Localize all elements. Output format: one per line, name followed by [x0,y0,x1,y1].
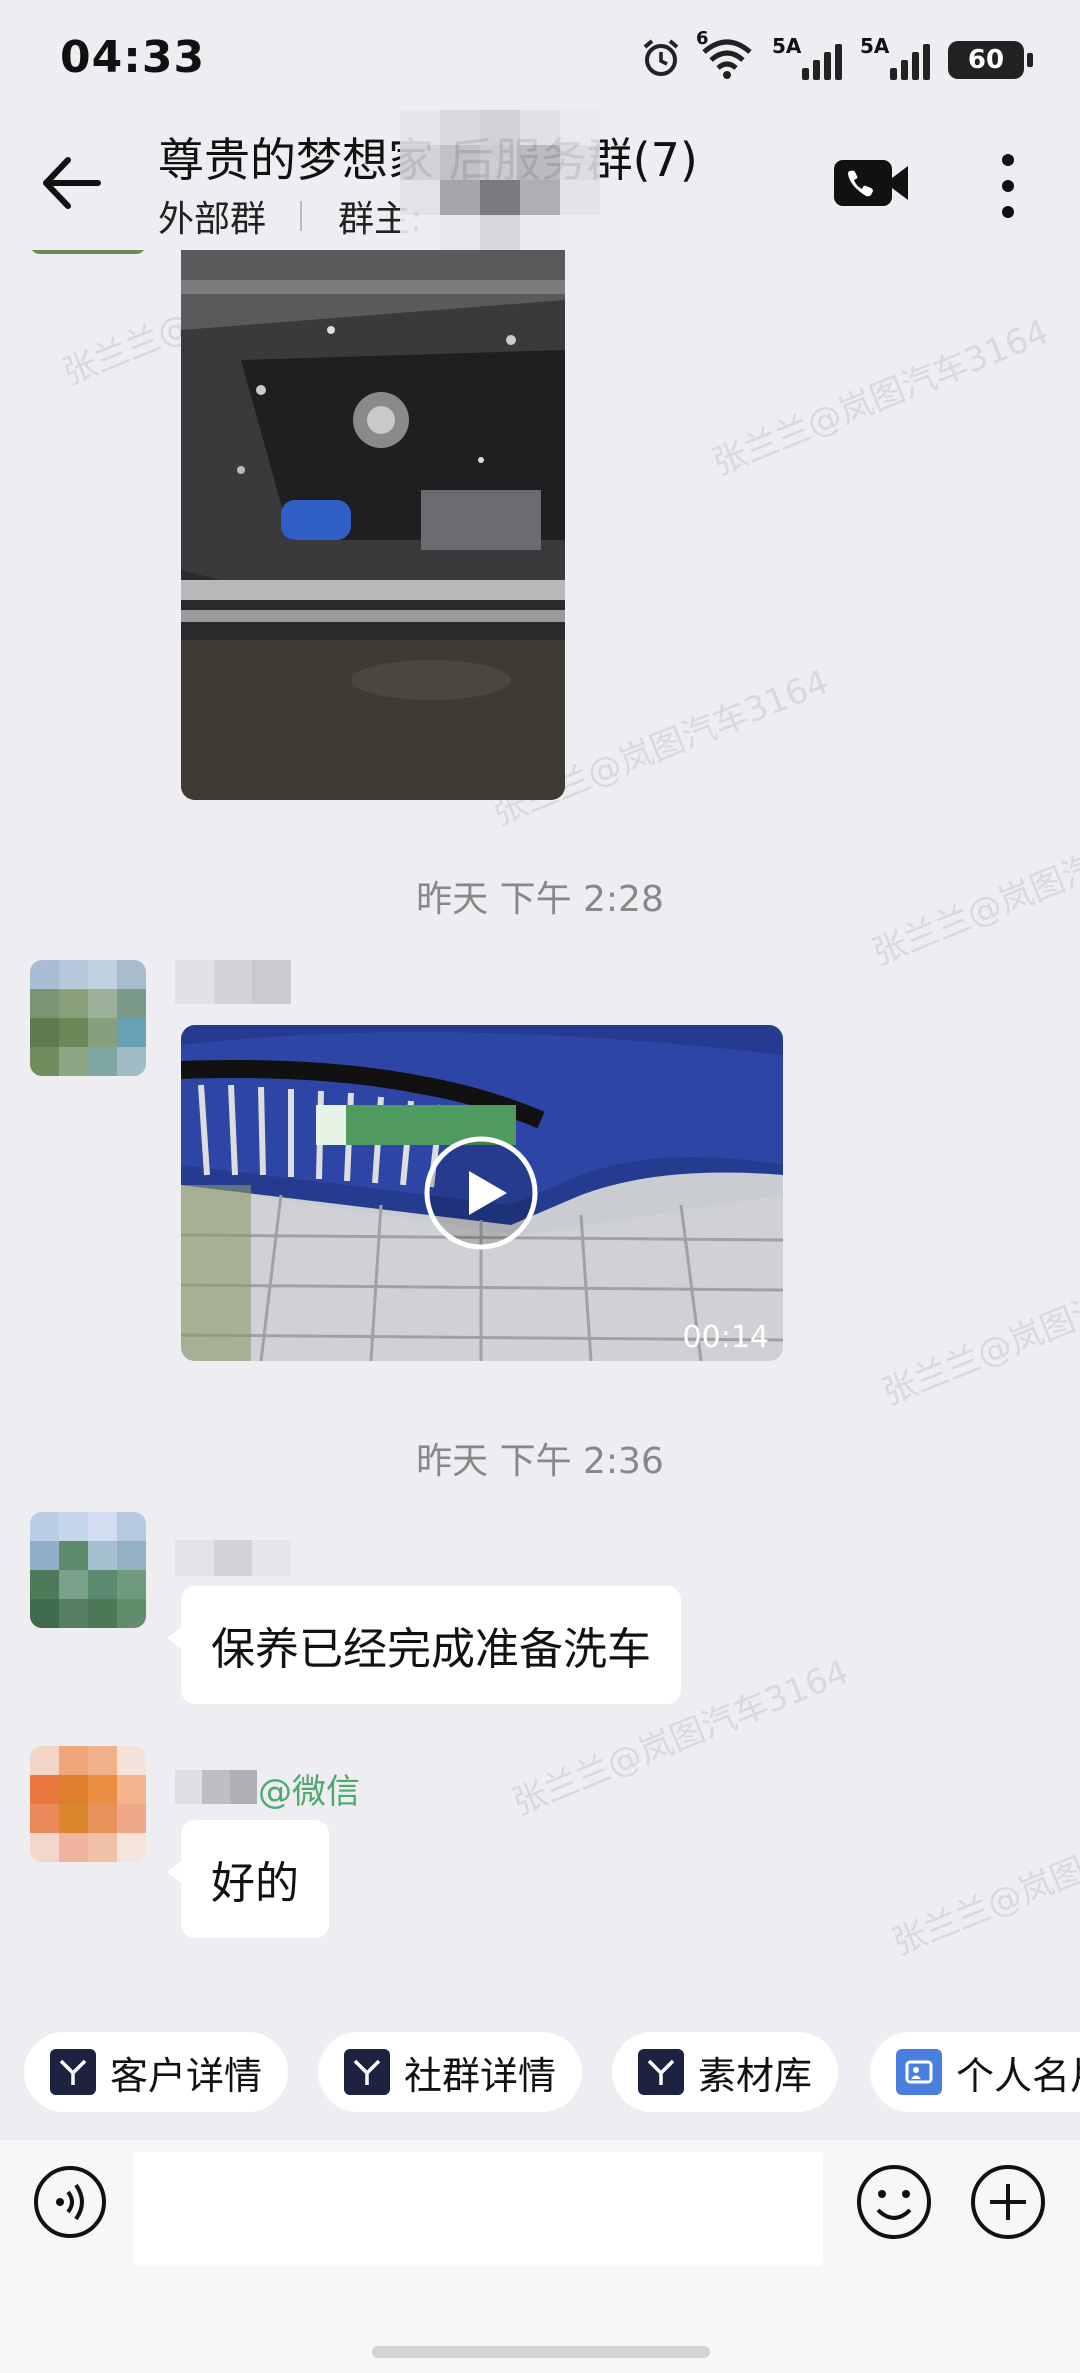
message-text: 保养已经完成准备洗车 [211,1624,651,1675]
voice-icon[interactable] [32,2164,108,2240]
message-input[interactable] [133,2152,823,2266]
engine-photo-message[interactable] [181,240,565,800]
avatar[interactable] [30,960,146,1076]
chip-label: 素材库 [698,2053,813,2098]
group-subtitle: 外部群 群主: [158,190,422,242]
signal-label-2: 5A [860,34,890,58]
timestamp: 昨天 下午 2:36 [416,1441,664,1482]
voyah-logo-icon [638,2049,684,2095]
status-time: 04:33 [60,32,206,83]
message-list[interactable]: 张兰兰@岚图汽车3164 张兰兰@岚图汽车3164 张兰兰@岚图汽车3164 张… [0,240,1080,2000]
back-arrow-icon[interactable] [36,148,106,218]
avatar[interactable] [30,1512,146,1628]
video-message[interactable]: 00:14 [181,1025,783,1361]
chat-screen: 04:33 6 5A 5A 60 尊贵的梦想家 后服务群(7) [0,0,1080,2373]
watermark: 张兰兰@岚图汽车3164 [876,1242,1080,1414]
status-bar: 04:33 6 5A 5A 60 [0,0,1080,120]
battery-level: 60 [967,45,1005,75]
divider [300,201,303,231]
more-vertical-icon[interactable] [980,146,1036,226]
sender-name-redacted [175,1770,257,1804]
chip-material-library[interactable]: 素材库 [612,2032,839,2112]
signal-icon-2: 5A [860,34,930,82]
wechat-source-tag: @微信 [258,1772,360,1812]
sender-name-redacted [175,960,291,1004]
chip-label: 个人名片 [956,2053,1080,2098]
video-call-icon[interactable] [832,154,912,214]
play-icon[interactable] [421,1133,541,1253]
video-duration: 00:14 [682,1320,769,1355]
watermark: 张兰兰@岚图汽车3164 [886,1792,1080,1964]
emoji-icon[interactable] [854,2162,934,2242]
redacted-name-mosaic [400,110,600,250]
voyah-logo-icon [50,2049,96,2095]
voyah-logo-icon [344,2049,390,2095]
quick-action-bar[interactable]: 客户详情 社群详情 素材库 个人名片 [0,2000,1080,2140]
timestamp: 昨天 下午 2:28 [416,879,664,920]
profile-card-icon [896,2049,942,2095]
signal-label-1: 5A [772,34,802,58]
message-bubble[interactable]: 好的 [167,1820,329,1938]
watermark: 张兰兰@岚图汽车3164 [706,312,1055,484]
chip-label: 社群详情 [404,2053,557,2098]
chip-community-details[interactable]: 社群详情 [318,2032,583,2112]
battery-icon: 60 [948,41,1033,79]
chip-personal-card[interactable]: 个人名片 [870,2032,1080,2112]
plus-icon[interactable] [968,2162,1048,2242]
input-bar [0,2140,1080,2373]
home-indicator[interactable] [372,2346,710,2358]
signal-icon-1: 5A [772,34,842,82]
status-icons: 6 5A 5A 60 [640,28,1033,84]
message-bubble[interactable]: 保养已经完成准备洗车 [167,1586,681,1704]
avatar[interactable] [30,1746,146,1862]
wifi-icon: 6 [696,28,754,84]
sender-name-redacted [175,1540,291,1576]
external-group-label: 外部群 [158,199,267,240]
chat-header: 尊贵的梦想家 后服务群(7) 外部群 群主: [0,110,1080,250]
chip-label: 客户详情 [110,2053,263,2098]
wifi-label: 6 [696,28,709,49]
alarm-icon [640,37,682,83]
chip-customer-details[interactable]: 客户详情 [24,2032,289,2112]
message-text: 好的 [211,1858,299,1909]
